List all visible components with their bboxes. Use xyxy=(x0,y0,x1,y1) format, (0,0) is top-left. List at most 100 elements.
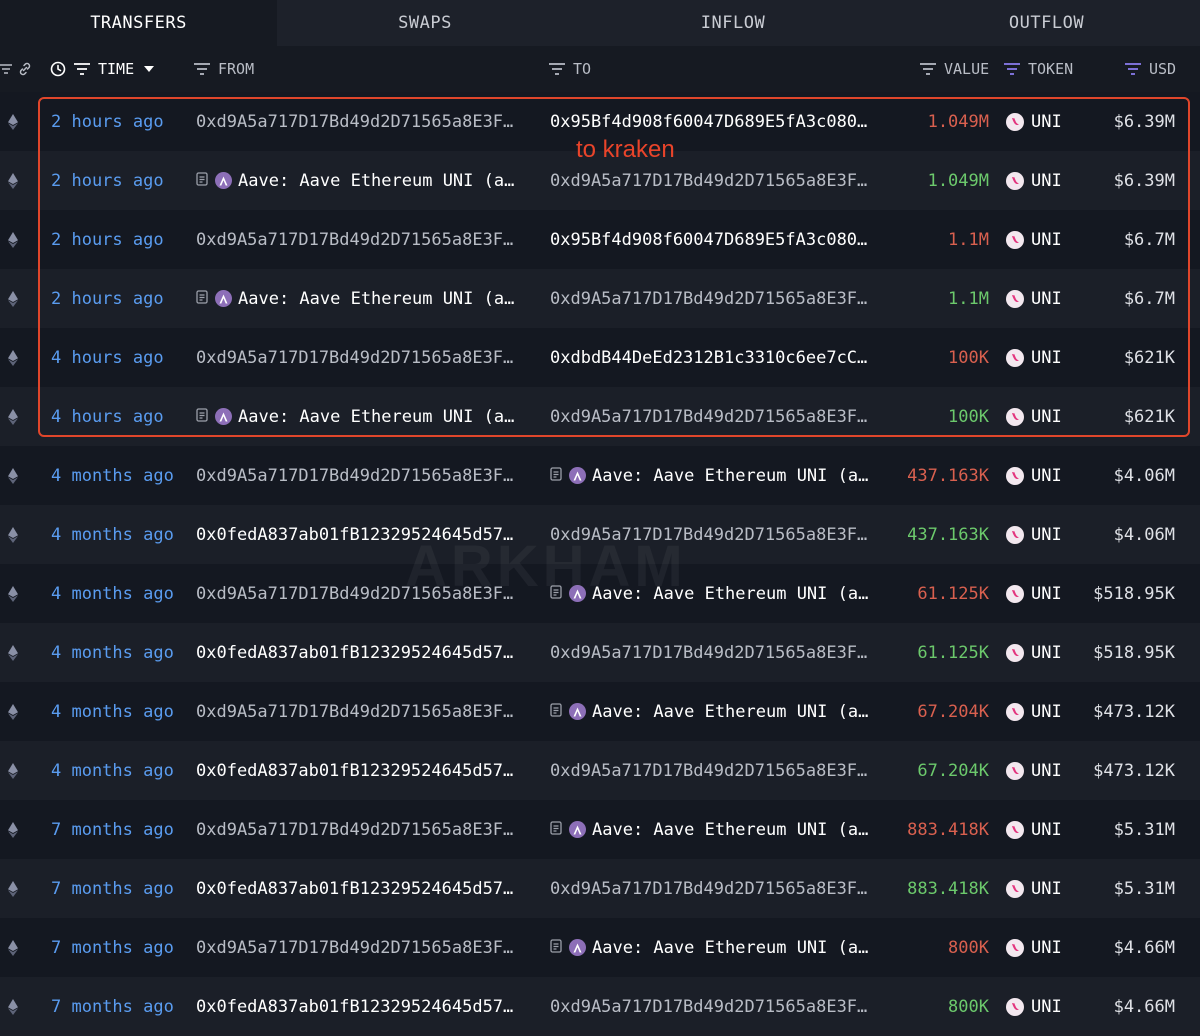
filter-icon[interactable] xyxy=(920,63,936,75)
to-address[interactable]: 0xd9A5a717D17Bd49d2D71565a8E3F… xyxy=(550,859,885,918)
token-label: UNI xyxy=(1031,996,1062,1017)
filter-icon[interactable] xyxy=(194,63,210,75)
ethereum-icon xyxy=(8,682,22,741)
table-row[interactable]: 7 months ago 0xd9A5a717D17Bd49d2D71565a8E… xyxy=(0,800,1200,859)
time-link[interactable]: 7 months ago xyxy=(51,800,174,859)
usd-amount: $518.95K xyxy=(1093,642,1175,663)
filter-icon[interactable] xyxy=(549,63,565,75)
address-text: 0xd9A5a717D17Bd49d2D71565a8E3F… xyxy=(196,111,514,132)
filter-icon[interactable] xyxy=(0,46,12,92)
time-link[interactable]: 7 months ago xyxy=(51,859,174,918)
time-link[interactable]: 4 hours ago xyxy=(51,328,164,387)
time-link[interactable]: 4 hours ago xyxy=(51,387,164,446)
table-row[interactable]: 2 hours ago 0xd9A5a717D17Bd49d2D71565a8E3… xyxy=(0,210,1200,269)
time-link[interactable]: 2 hours ago xyxy=(51,269,164,328)
to-address[interactable]: 0x95Bf4d908f60047D689E5fA3c080… xyxy=(550,210,885,269)
from-address[interactable]: 0xd9A5a717D17Bd49d2D71565a8E3F… xyxy=(196,682,531,741)
to-address[interactable]: Aave: Aave Ethereum UNI (a… xyxy=(550,682,885,741)
table-row[interactable]: 4 months ago 0xd9A5a717D17Bd49d2D71565a8E… xyxy=(0,682,1200,741)
table-row[interactable]: 7 months ago 0xd9A5a717D17Bd49d2D71565a8E… xyxy=(0,918,1200,977)
time-link[interactable]: 2 hours ago xyxy=(51,151,164,210)
from-address[interactable]: 0x0fedA837ab01fB12329524645d57… xyxy=(196,623,531,682)
link-icon[interactable] xyxy=(17,46,33,92)
to-address[interactable]: Aave: Aave Ethereum UNI (a… xyxy=(550,446,885,505)
token-cell[interactable]: UNI xyxy=(1006,859,1062,918)
to-address[interactable]: 0xd9A5a717D17Bd49d2D71565a8E3F… xyxy=(550,741,885,800)
time-column-header[interactable]: TIME xyxy=(50,46,155,92)
time-link[interactable]: 4 months ago xyxy=(51,446,174,505)
to-address[interactable]: 0xd9A5a717D17Bd49d2D71565a8E3F… xyxy=(550,977,885,1036)
token-cell[interactable]: UNI xyxy=(1006,623,1062,682)
table-row[interactable]: 4 months ago 0x0fedA837ab01fB12329524645d… xyxy=(0,741,1200,800)
token-cell[interactable]: UNI xyxy=(1006,682,1062,741)
token-cell[interactable]: UNI xyxy=(1006,151,1062,210)
to-address[interactable]: Aave: Aave Ethereum UNI (a… xyxy=(550,800,885,859)
to-address[interactable]: 0xd9A5a717D17Bd49d2D71565a8E3F… xyxy=(550,623,885,682)
caret-down-icon[interactable] xyxy=(144,66,155,72)
to-address[interactable]: 0xdbdB44DeEd2312B1c3310c6ee7cC… xyxy=(550,328,885,387)
table-row[interactable]: 4 hours ago Aave: Aave Ethereum UNI (a… 0x… xyxy=(0,387,1200,446)
from-address[interactable]: 0x0fedA837ab01fB12329524645d57… xyxy=(196,859,531,918)
table-row[interactable]: 4 months ago 0x0fedA837ab01fB12329524645d… xyxy=(0,623,1200,682)
from-address[interactable]: 0xd9A5a717D17Bd49d2D71565a8E3F… xyxy=(196,800,531,859)
tab-inflow[interactable]: INFLOW xyxy=(573,0,893,46)
token-cell[interactable]: UNI xyxy=(1006,741,1062,800)
value-column-header[interactable]: VALUE xyxy=(920,46,989,92)
token-cell[interactable]: UNI xyxy=(1006,92,1062,151)
usd-amount: $473.12K xyxy=(1093,701,1175,722)
usd-column-header[interactable]: USD xyxy=(1125,46,1176,92)
token-cell[interactable]: UNI xyxy=(1006,387,1062,446)
table-row[interactable]: 4 hours ago 0xd9A5a717D17Bd49d2D71565a8E3… xyxy=(0,328,1200,387)
tab-transfers[interactable]: TRANSFERS xyxy=(0,0,277,46)
from-address[interactable]: 0xd9A5a717D17Bd49d2D71565a8E3F… xyxy=(196,210,531,269)
from-address[interactable]: 0xd9A5a717D17Bd49d2D71565a8E3F… xyxy=(196,328,531,387)
token-cell[interactable]: UNI xyxy=(1006,505,1062,564)
time-link[interactable]: 4 months ago xyxy=(51,505,174,564)
from-address[interactable]: 0xd9A5a717D17Bd49d2D71565a8E3F… xyxy=(196,446,531,505)
time-link[interactable]: 7 months ago xyxy=(51,977,174,1036)
to-column-header[interactable]: TO xyxy=(549,46,591,92)
token-cell[interactable]: UNI xyxy=(1006,564,1062,623)
token-cell[interactable]: UNI xyxy=(1006,328,1062,387)
time-link[interactable]: 4 months ago xyxy=(51,564,174,623)
from-address[interactable]: Aave: Aave Ethereum UNI (a… xyxy=(196,387,531,446)
token-cell[interactable]: UNI xyxy=(1006,918,1062,977)
tab-swaps[interactable]: SWAPS xyxy=(277,0,573,46)
entity-icons xyxy=(196,289,232,309)
tab-outflow[interactable]: OUTFLOW xyxy=(893,0,1200,46)
address-text: 0xd9A5a717D17Bd49d2D71565a8E3F… xyxy=(196,229,514,250)
ethereum-icon xyxy=(8,446,22,505)
from-address[interactable]: Aave: Aave Ethereum UNI (a… xyxy=(196,151,531,210)
table-row[interactable]: 7 months ago 0x0fedA837ab01fB12329524645d… xyxy=(0,977,1200,1036)
token-cell[interactable]: UNI xyxy=(1006,269,1062,328)
ethereum-icon xyxy=(8,564,22,623)
from-address[interactable]: 0x0fedA837ab01fB12329524645d57… xyxy=(196,977,531,1036)
filter-icon[interactable] xyxy=(1125,63,1141,75)
from-column-header[interactable]: FROM xyxy=(194,46,254,92)
token-cell[interactable]: UNI xyxy=(1006,977,1062,1036)
to-address[interactable]: 0xd9A5a717D17Bd49d2D71565a8E3F… xyxy=(550,269,885,328)
time-link[interactable]: 4 months ago xyxy=(51,682,174,741)
uniswap-icon xyxy=(1006,171,1024,190)
token-column-header[interactable]: TOKEN xyxy=(1004,46,1073,92)
filter-icon[interactable] xyxy=(74,63,90,75)
to-address[interactable]: 0xd9A5a717D17Bd49d2D71565a8E3F… xyxy=(550,387,885,446)
from-address[interactable]: Aave: Aave Ethereum UNI (a… xyxy=(196,269,531,328)
filter-icon[interactable] xyxy=(1004,63,1020,75)
table-row[interactable]: 7 months ago 0x0fedA837ab01fB12329524645d… xyxy=(0,859,1200,918)
token-cell[interactable]: UNI xyxy=(1006,446,1062,505)
table-row[interactable]: 4 months ago 0xd9A5a717D17Bd49d2D71565a8E… xyxy=(0,446,1200,505)
from-address[interactable]: 0x0fedA837ab01fB12329524645d57… xyxy=(196,741,531,800)
time-link[interactable]: 2 hours ago xyxy=(51,210,164,269)
time-link[interactable]: 7 months ago xyxy=(51,918,174,977)
from-address[interactable]: 0xd9A5a717D17Bd49d2D71565a8E3F… xyxy=(196,92,531,151)
table-row[interactable]: 2 hours ago Aave: Aave Ethereum UNI (a… 0x… xyxy=(0,269,1200,328)
token-cell[interactable]: UNI xyxy=(1006,210,1062,269)
time-link[interactable]: 4 months ago xyxy=(51,623,174,682)
time-link[interactable]: 2 hours ago xyxy=(51,92,164,151)
time-link[interactable]: 4 months ago xyxy=(51,741,174,800)
token-cell[interactable]: UNI xyxy=(1006,800,1062,859)
from-address[interactable]: 0xd9A5a717D17Bd49d2D71565a8E3F… xyxy=(196,918,531,977)
to-address[interactable]: Aave: Aave Ethereum UNI (a… xyxy=(550,918,885,977)
document-icon xyxy=(550,702,569,722)
